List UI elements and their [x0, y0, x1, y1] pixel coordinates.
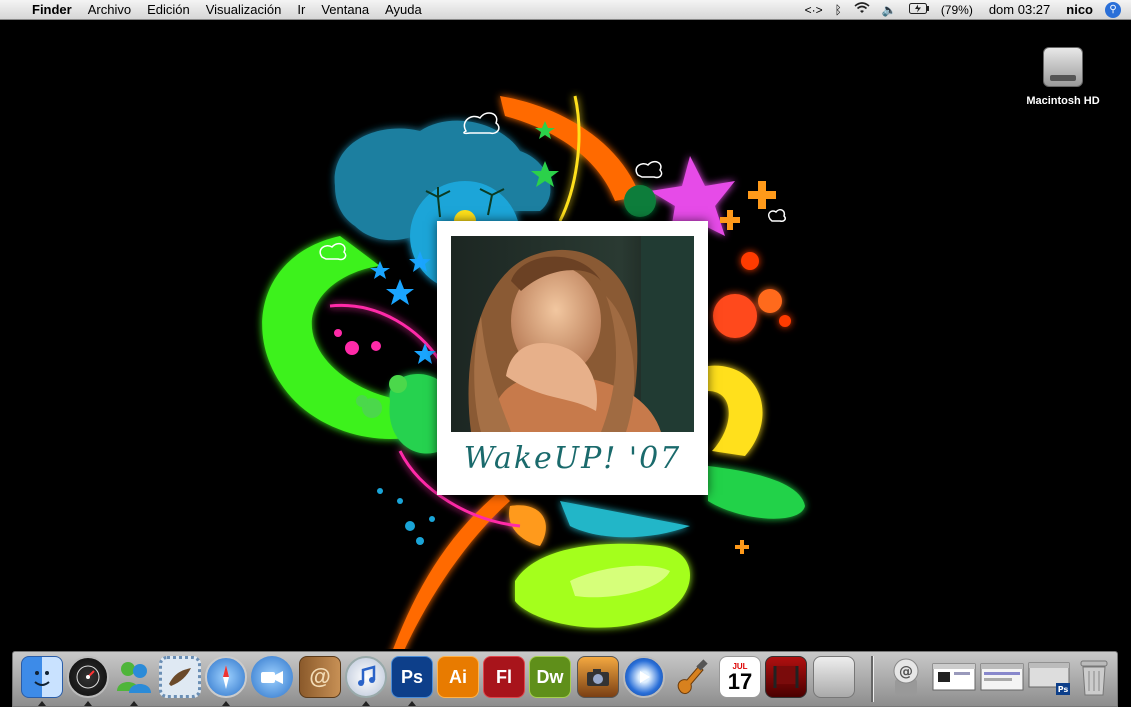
menu-visualizacion[interactable]: Visualización [198, 0, 290, 20]
battery-icon[interactable] [903, 0, 935, 20]
macintosh-hd-icon[interactable]: Macintosh HD [1020, 47, 1106, 107]
status-area: <·> ᛒ 🔈 (79%) dom 03:27 nico ⚲ [799, 0, 1131, 20]
photoshop-dock-icon[interactable]: Ps [391, 656, 433, 698]
dock-separator [871, 656, 874, 702]
desktop: Macintosh HD WakeUP! '07 [0, 21, 1131, 649]
garageband-dock-icon[interactable] [671, 656, 713, 698]
portrait-photo [451, 236, 694, 432]
flash-dock-icon[interactable]: Fl [483, 656, 525, 698]
volume-icon[interactable]: 🔈 [876, 0, 903, 20]
running-indicator [84, 701, 92, 706]
mail-stamp-dock-icon[interactable] [159, 656, 201, 698]
running-indicator [362, 701, 370, 706]
menu-ventana[interactable]: Ventana [313, 0, 377, 20]
code-arrows-icon[interactable]: <·> [799, 0, 829, 20]
drive-label[interactable]: Macintosh HD [1020, 95, 1106, 107]
wifi-icon[interactable] [848, 0, 876, 20]
iphoto-dock-icon[interactable] [577, 656, 619, 698]
user-name[interactable]: nico [1060, 0, 1099, 20]
spotlight-search-icon[interactable]: ⚲ [1105, 1, 1121, 18]
polaroid-caption: WakeUP! '07 [463, 441, 682, 476]
running-indicator [222, 701, 230, 706]
running-indicator [408, 701, 416, 706]
dock: @ Ps Ai Fl Dw JUL 17 @ Ps [12, 651, 1118, 707]
dashboard-dock-icon[interactable] [67, 656, 109, 698]
battery-percent[interactable]: (79%) [935, 0, 979, 20]
calendar-day: 17 [727, 668, 753, 694]
menu-edicion[interactable]: Edición [139, 0, 198, 20]
trash-icon[interactable] [1073, 656, 1115, 698]
minimized-window-2[interactable] [979, 656, 1025, 698]
menu-ayuda[interactable]: Ayuda [377, 0, 430, 20]
illustrator-dock-icon[interactable]: Ai [437, 656, 479, 698]
svg-text:@: @ [899, 664, 913, 680]
running-indicator [38, 701, 46, 706]
ichat-dock-icon[interactable] [251, 656, 293, 698]
menu-bar: Finder Archivo Edición Visualización Ir … [0, 0, 1131, 20]
dreamweaver-dock-icon[interactable]: Dw [529, 656, 571, 698]
svg-text:Ps: Ps [1058, 685, 1069, 694]
ical-dock-icon[interactable]: JUL 17 [719, 656, 761, 698]
address-book-dock-icon[interactable]: @ [299, 656, 341, 698]
finder-dock-icon[interactable] [21, 656, 63, 698]
polaroid-photo: WakeUP! '07 [437, 221, 708, 495]
photoshop-window-minimized[interactable]: Ps [1027, 656, 1073, 698]
msn-messenger-dock-icon[interactable] [113, 656, 155, 698]
safari-dock-icon[interactable] [205, 656, 247, 698]
menu-ir[interactable]: Ir [289, 0, 313, 20]
menu-finder[interactable]: Finder [24, 0, 80, 20]
front-row-dock-icon[interactable] [765, 656, 807, 698]
itunes-dock-icon[interactable] [345, 656, 387, 698]
hard-drive-icon[interactable] [1043, 47, 1083, 87]
mail-downloads-stack-icon[interactable]: @ [885, 656, 927, 698]
system-preferences-dock-icon[interactable] [813, 656, 855, 698]
menu-archivo[interactable]: Archivo [80, 0, 139, 20]
running-indicator [130, 701, 138, 706]
dvd-player-dock-icon[interactable] [623, 656, 665, 698]
clock[interactable]: dom 03:27 [979, 0, 1060, 20]
bluetooth-icon[interactable]: ᛒ [829, 0, 848, 20]
minimized-window-1[interactable] [931, 656, 977, 698]
